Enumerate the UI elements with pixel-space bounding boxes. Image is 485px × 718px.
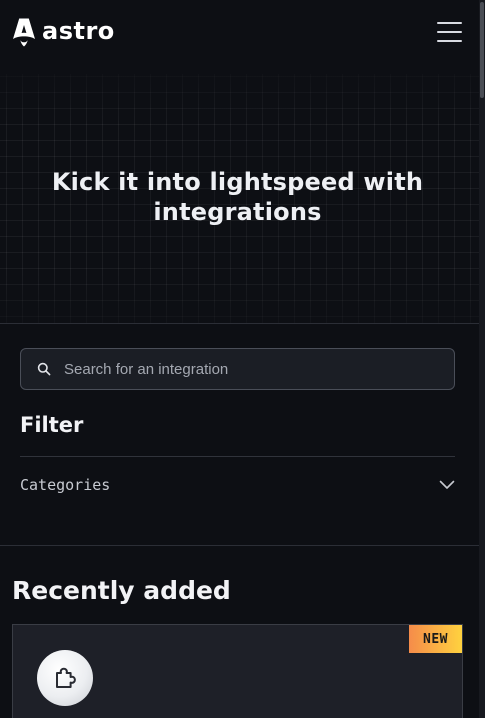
hero-title: Kick it into lightspeed with integration… xyxy=(0,167,475,227)
new-badge: NEW xyxy=(409,625,462,653)
puzzle-icon xyxy=(56,667,76,688)
menu-line xyxy=(437,22,462,24)
hero-section: Kick it into lightspeed with integration… xyxy=(0,74,479,323)
categories-label: Categories xyxy=(20,476,111,494)
menu-line xyxy=(437,40,462,42)
scrollbar-thumb[interactable] xyxy=(480,2,484,98)
section-divider xyxy=(0,323,479,324)
hamburger-menu-icon[interactable] xyxy=(437,22,462,42)
recently-added-heading: Recently added xyxy=(12,576,231,605)
chevron-down-icon xyxy=(439,480,455,489)
site-header: astro xyxy=(0,0,479,64)
menu-line xyxy=(437,31,462,33)
hero-title-line-2: integrations xyxy=(153,198,322,226)
integration-avatar xyxy=(37,650,93,706)
section-divider xyxy=(0,545,479,546)
search-icon xyxy=(37,362,51,376)
categories-dropdown[interactable]: Categories xyxy=(20,470,455,500)
search-input[interactable] xyxy=(64,360,424,378)
filter-heading: Filter xyxy=(20,413,84,437)
page-scrollbar[interactable] xyxy=(479,0,485,718)
filter-divider xyxy=(20,456,455,457)
page: astro Kick it into lightspeed with integ… xyxy=(0,0,485,718)
search-box[interactable] xyxy=(20,348,455,390)
logo-wordmark: astro xyxy=(42,16,115,45)
astro-logo-icon xyxy=(13,18,35,47)
integration-card[interactable]: NEW xyxy=(12,624,463,718)
hero-title-line-1: Kick it into lightspeed with xyxy=(51,168,424,196)
astro-logo-link[interactable]: astro xyxy=(12,17,115,47)
